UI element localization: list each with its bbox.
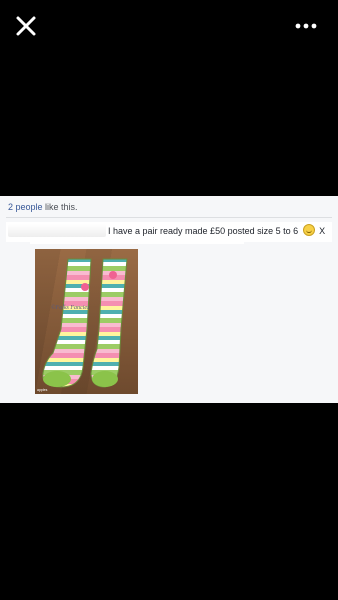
redacted-strip bbox=[30, 240, 244, 244]
photo-caption: apples bbox=[37, 388, 48, 392]
comment: I have a pair ready made £50 posted size… bbox=[6, 222, 332, 242]
comment-text: I have a pair ready made £50 posted size… bbox=[108, 226, 299, 236]
more-options-button[interactable] bbox=[294, 18, 318, 34]
likes-summary: 2 people like this. bbox=[8, 202, 78, 212]
post-panel: 2 people like this. I have a pair ready … bbox=[0, 196, 338, 403]
divider bbox=[6, 217, 332, 218]
socks-image: ©Folks Fancies apples bbox=[37, 258, 128, 392]
photo-watermark: ©Folks Fancies bbox=[51, 304, 90, 311]
likes-suffix: like this. bbox=[42, 202, 78, 212]
close-icon bbox=[16, 16, 36, 36]
more-options-icon bbox=[295, 23, 317, 29]
comment-trail: X bbox=[316, 226, 326, 236]
comment-photo[interactable]: ©Folks Fancies apples bbox=[35, 249, 138, 394]
smile-emoji-icon bbox=[302, 224, 315, 236]
likes-count-link[interactable]: 2 people bbox=[8, 202, 43, 212]
redacted-commenter-name bbox=[8, 224, 106, 237]
comment-body: I have a pair ready made £50 posted size… bbox=[108, 224, 325, 236]
close-button[interactable] bbox=[14, 14, 38, 38]
